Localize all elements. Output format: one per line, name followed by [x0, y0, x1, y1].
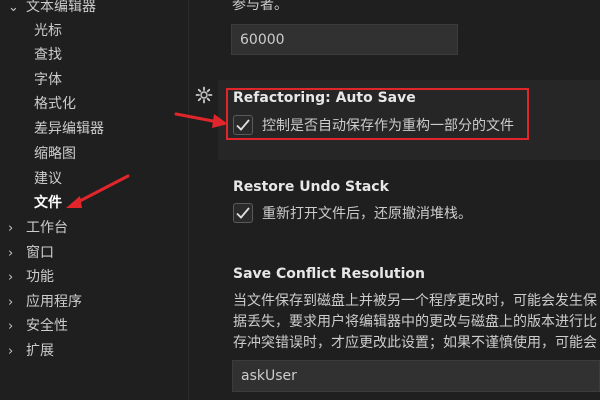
tree-item-files[interactable]: 文件 [34, 191, 62, 215]
tree-item-find[interactable]: 查找 [34, 43, 62, 67]
chevron-right-icon: › [8, 270, 14, 285]
annotation-arrow-checkbox [174, 112, 228, 128]
save-conflict-title: Save Conflict Resolution [233, 266, 425, 282]
annotation-highlight-box [226, 88, 529, 140]
chevron-right-icon: › [8, 319, 14, 334]
tree-group-workbench[interactable]: › 工作台 [8, 216, 68, 240]
tree-group-security[interactable]: › 安全性 [8, 314, 68, 338]
save-conflict-desc-line3: 存冲突错误时，才应更改此设置；如果不谨慎使用，可能会 [233, 335, 597, 351]
previous-setting-description: 参与者。 [232, 0, 288, 13]
restore-undo-checkbox[interactable] [233, 203, 253, 223]
chevron-right-icon: › [8, 246, 14, 261]
tree-group-features[interactable]: › 功能 [8, 265, 54, 289]
tree-item-font[interactable]: 字体 [34, 68, 62, 92]
tree-item-diff-editor[interactable]: 差异编辑器 [34, 117, 104, 141]
save-conflict-select[interactable]: askUser [232, 360, 600, 392]
tree-group-window[interactable]: › 窗口 [8, 241, 54, 265]
annotation-arrow-files [66, 174, 130, 208]
gear-icon[interactable] [195, 86, 213, 104]
tree-item-suggestions[interactable]: 建议 [34, 167, 62, 191]
chevron-right-icon: › [8, 344, 14, 359]
tree-item-minimap[interactable]: 缩略图 [34, 142, 76, 166]
save-conflict-desc-line1: 当文件保存到磁盘上并被另一个程序更改时，可能会发生保 [233, 293, 597, 309]
restore-undo-title: Restore Undo Stack [233, 179, 389, 195]
checkmark-icon [236, 207, 250, 219]
save-conflict-desc-line2: 据丢失，要求用户将编辑器中的更改与磁盘上的版本进行比 [233, 314, 597, 330]
tree-item-formatting[interactable]: 格式化 [34, 92, 76, 116]
tree-group-application[interactable]: › 应用程序 [8, 290, 82, 314]
tree-item-cursor[interactable]: 光标 [34, 19, 62, 43]
tree-group-text-editor[interactable]: ⌄ 文本编辑器 [8, 0, 96, 19]
chevron-right-icon: › [8, 295, 14, 310]
chevron-down-icon: ⌄ [8, 0, 19, 15]
tree-group-extensions[interactable]: › 扩展 [8, 339, 54, 363]
previous-setting-input[interactable]: 60000 [231, 24, 458, 55]
restore-undo-description: 重新打开文件后，还原撤消堆栈。 [262, 206, 472, 222]
chevron-right-icon: › [8, 221, 14, 236]
